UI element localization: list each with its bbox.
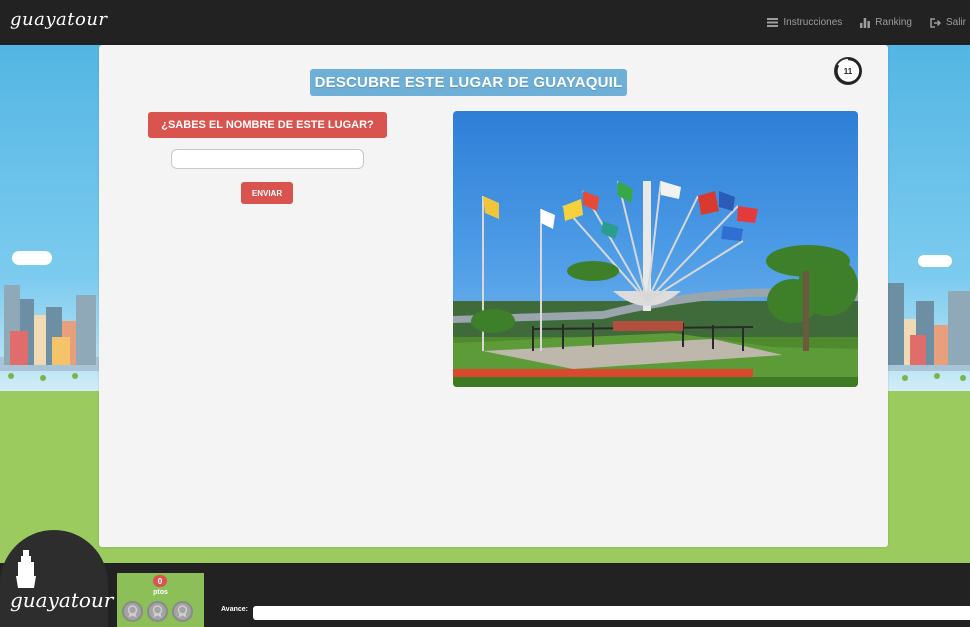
medal-list bbox=[122, 601, 193, 622]
nav-instrucciones[interactable]: Instrucciones bbox=[767, 17, 842, 28]
submit-button[interactable]: ENVIAR bbox=[241, 182, 293, 204]
medal-icon bbox=[172, 601, 193, 622]
page-title: DESCUBRE ESTE LUGAR DE GUAYAQUIL bbox=[310, 69, 627, 96]
footer-logo-text: guayatour bbox=[10, 588, 114, 612]
footer-logo[interactable]: guayatour bbox=[0, 530, 113, 627]
place-photo bbox=[453, 111, 858, 387]
logout-icon bbox=[930, 17, 941, 28]
top-navbar: guayatour Instrucciones Ranking Salir bbox=[0, 0, 970, 45]
timer-arc-icon bbox=[835, 57, 862, 85]
city-skyline-left bbox=[0, 245, 100, 365]
game-panel: DESCUBRE ESTE LUGAR DE GUAYAQUIL 11 ¿SAB… bbox=[99, 45, 888, 547]
score-unit-label: ptos bbox=[153, 589, 168, 596]
flags-monument-photo bbox=[453, 180, 858, 387]
nav-instrucciones-label: Instrucciones bbox=[783, 17, 843, 28]
progress-bar bbox=[253, 606, 970, 620]
score-panel: 0 ptos bbox=[117, 573, 204, 627]
top-nav-menu: Instrucciones Ranking Salir bbox=[767, 0, 966, 45]
medal-icon bbox=[147, 601, 168, 622]
progress-label: Avance: bbox=[221, 606, 248, 613]
nav-salir[interactable]: Salir bbox=[930, 17, 966, 28]
answer-input[interactable] bbox=[171, 149, 364, 169]
app-logo[interactable]: guayatour bbox=[10, 9, 108, 30]
lighthouse-icon bbox=[14, 548, 38, 593]
nav-ranking-label: Ranking bbox=[875, 17, 912, 28]
bar-chart-icon bbox=[860, 17, 871, 28]
nav-salir-label: Salir bbox=[945, 17, 966, 28]
medal-icon bbox=[122, 601, 143, 622]
question-label: ¿SABES EL NOMBRE DE ESTE LUGAR? bbox=[148, 112, 387, 138]
countdown-timer: 11 bbox=[834, 57, 862, 85]
score-badge: 0 bbox=[153, 575, 167, 587]
nav-ranking[interactable]: Ranking bbox=[860, 17, 912, 28]
list-icon bbox=[767, 18, 779, 27]
